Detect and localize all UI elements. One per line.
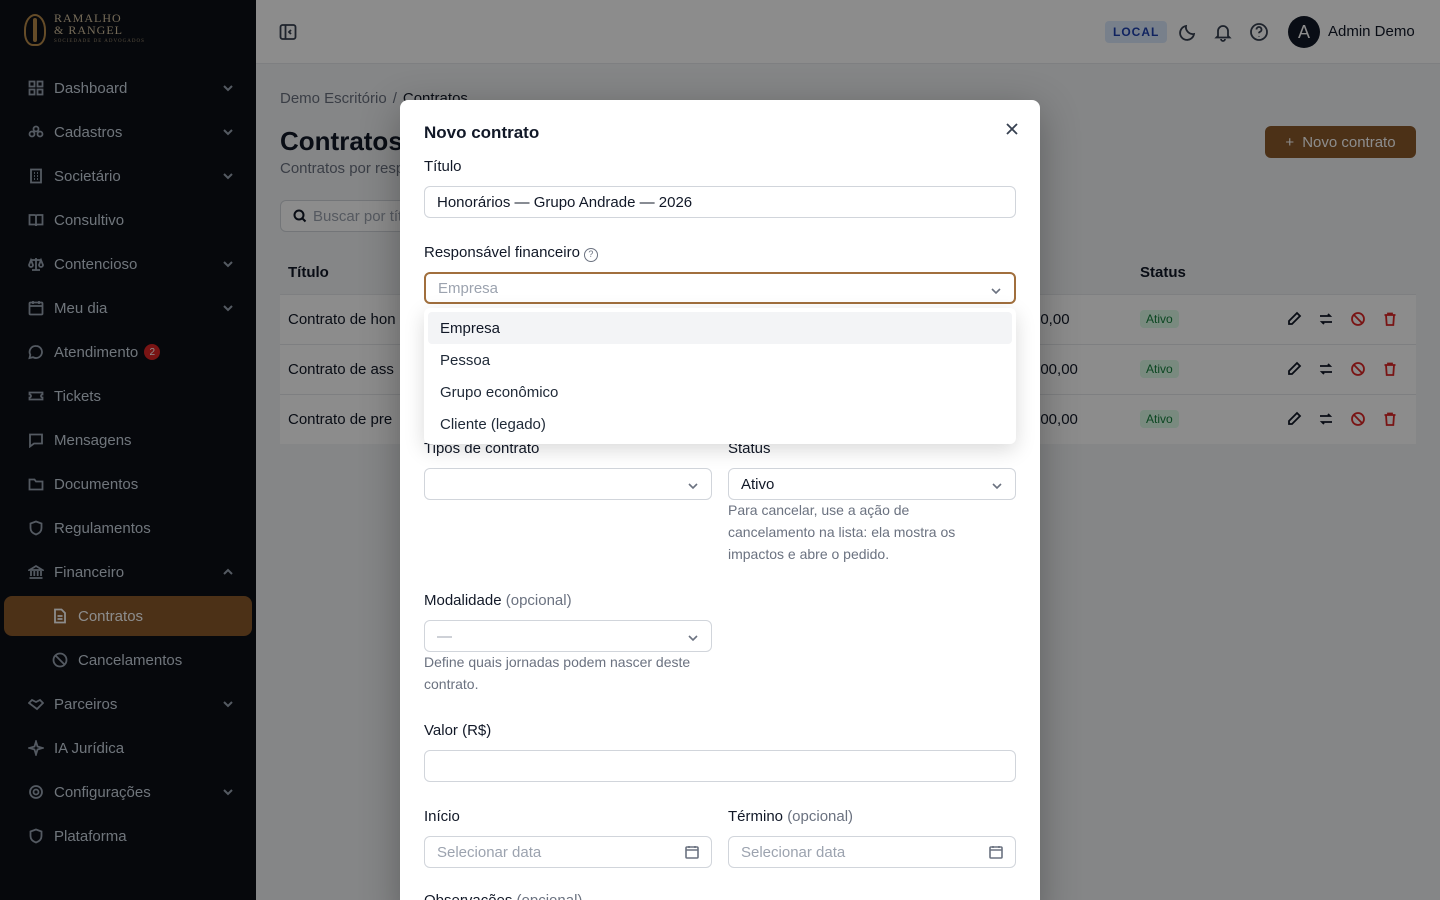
- option-pessoa[interactable]: Pessoa: [428, 344, 1012, 376]
- option-grupo-economico[interactable]: Grupo econômico: [428, 376, 1012, 408]
- valor-input[interactable]: [424, 750, 1016, 782]
- optional-tag: (opcional): [505, 592, 572, 609]
- status-hint: Para cancelar, use a ação de cancelament…: [728, 502, 956, 562]
- valor-label: Valor (R$): [424, 722, 492, 739]
- status-value: Ativo: [741, 475, 775, 493]
- status-select[interactable]: Ativo: [728, 468, 1016, 500]
- dialog-title: Novo contrato: [424, 123, 540, 142]
- titulo-label: Título: [424, 158, 462, 175]
- help-icon[interactable]: ?: [583, 248, 598, 262]
- observacoes-label: Observações (opcional): [424, 892, 582, 900]
- inicio-date-input[interactable]: Selecionar data: [424, 836, 712, 868]
- titulo-input[interactable]: Honorários — Grupo Andrade — 2026: [424, 186, 1016, 218]
- calendar-icon: [989, 845, 1003, 859]
- chevron-down-icon: [687, 631, 699, 643]
- option-cliente-legado[interactable]: Cliente (legado): [428, 408, 1012, 440]
- responsavel-placeholder: Empresa: [438, 279, 499, 297]
- modalidade-select[interactable]: —: [424, 620, 712, 652]
- termino-label-text: Término: [728, 808, 784, 825]
- responsavel-select[interactable]: Empresa: [424, 272, 1016, 304]
- responsavel-dropdown-menu: Empresa Pessoa Grupo econômico Cliente (…: [424, 308, 1016, 444]
- chevron-down-icon: [991, 479, 1003, 491]
- modalidade-placeholder: —: [437, 627, 452, 645]
- responsavel-label: Responsável financeiro?: [424, 244, 598, 262]
- modalidade-hint: Define quais jornadas podem nascer deste…: [424, 654, 691, 692]
- responsavel-label-text: Responsável financeiro: [424, 244, 580, 261]
- observacoes-label-text: Observações: [424, 892, 512, 900]
- chevron-down-icon: [990, 284, 1002, 296]
- termino-label: Término (opcional): [728, 808, 853, 825]
- inicio-placeholder: Selecionar data: [437, 843, 542, 861]
- calendar-icon: [685, 845, 699, 859]
- modalidade-label-text: Modalidade: [424, 592, 502, 609]
- tipos-select[interactable]: [424, 468, 712, 500]
- optional-tag: (opcional): [787, 808, 854, 825]
- optional-tag: (opcional): [517, 892, 583, 900]
- termino-date-input[interactable]: Selecionar data: [728, 836, 1016, 868]
- option-empresa[interactable]: Empresa: [428, 312, 1012, 344]
- close-icon[interactable]: [1003, 120, 1021, 138]
- new-contract-dialog: Novo contrato Título Honorários — Grupo …: [400, 100, 1040, 900]
- inicio-label: Início: [424, 808, 460, 825]
- termino-placeholder: Selecionar data: [741, 843, 846, 861]
- modalidade-label: Modalidade (opcional): [424, 592, 572, 609]
- chevron-down-icon: [687, 479, 699, 491]
